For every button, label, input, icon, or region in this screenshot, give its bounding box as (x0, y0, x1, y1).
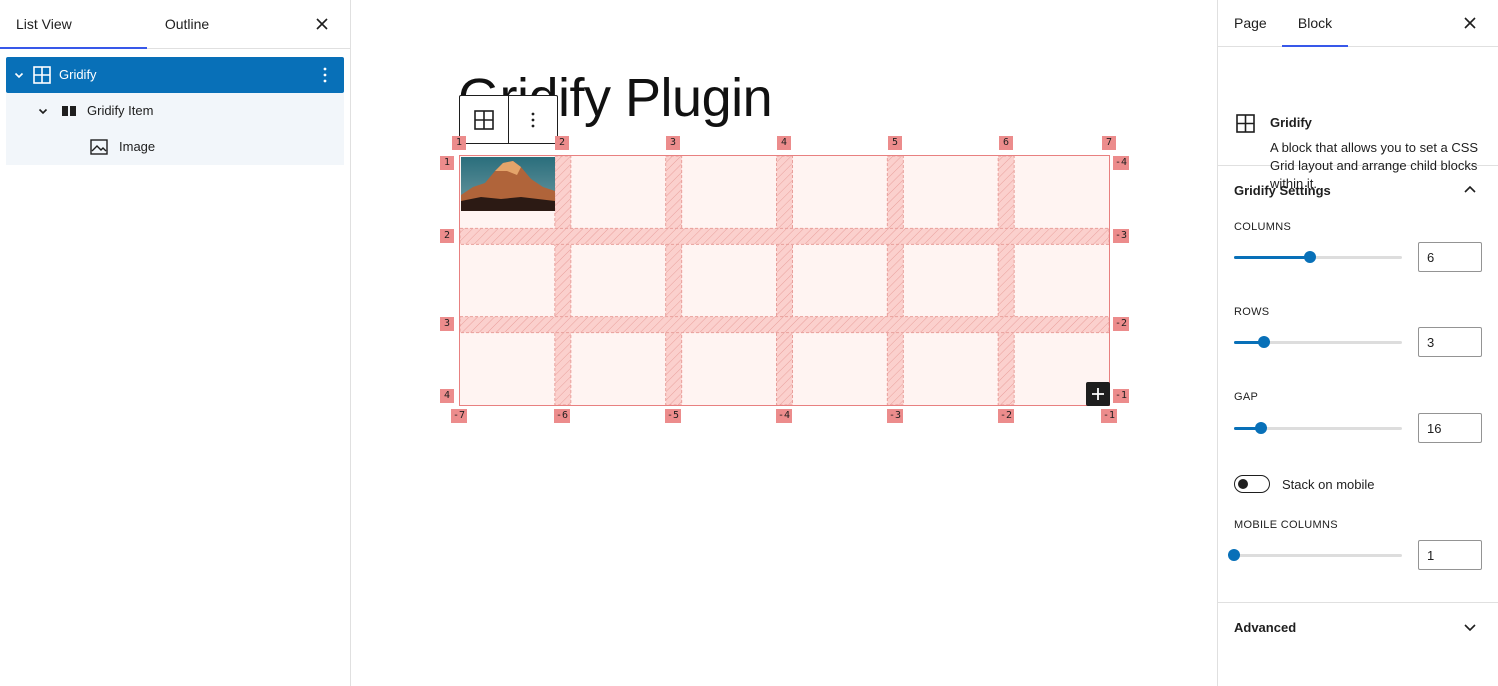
tab-list-view[interactable]: List View (0, 0, 147, 49)
editor-canvas: Gridify Plugin 1 2 3 4 5 6 7 -7 -6 -5 -4… (351, 0, 1217, 686)
grid-line-label: -6 (554, 409, 571, 423)
grid-line-label: 2 (440, 229, 454, 243)
column-gap (886, 156, 904, 405)
row-gap (460, 227, 1109, 245)
grid-line-label: 5 (888, 136, 902, 150)
chevron-up-icon[interactable] (1458, 178, 1482, 202)
rows-input[interactable] (1418, 327, 1482, 357)
half-dome-image[interactable] (461, 157, 555, 211)
tree-item-label: Gridify Item (87, 103, 154, 118)
tree-item-gridify-item[interactable]: Gridify Item (6, 93, 344, 129)
kebab-icon[interactable] (315, 65, 335, 85)
grid-line-label: 4 (777, 136, 791, 150)
grid-line-label: 3 (666, 136, 680, 150)
gap-label: Gap (1234, 391, 1259, 403)
grid-icon (473, 109, 494, 130)
grid-line-label: 4 (440, 389, 454, 403)
grid-line-label: -1 (1113, 389, 1130, 403)
grid-line-label: 1 (440, 156, 454, 170)
sidebar-tabs: Page Block (1218, 0, 1498, 47)
block-toolbar (459, 95, 558, 144)
grid-line-label: -2 (1113, 317, 1130, 331)
tree-item-label: Image (119, 139, 156, 154)
columns-label: Columns (1234, 221, 1292, 233)
tab-page[interactable]: Page (1234, 0, 1267, 46)
rows-slider[interactable] (1234, 332, 1402, 352)
tree-item-label: Gridify (59, 67, 97, 82)
advanced-toggle[interactable]: Advanced (1234, 620, 1296, 635)
grid-icon (1234, 112, 1258, 136)
stack-on-mobile-toggle[interactable] (1234, 475, 1270, 493)
column-gap (997, 156, 1015, 405)
mobile-columns-slider[interactable] (1228, 545, 1402, 565)
panel-title[interactable]: Gridify Settings (1234, 183, 1331, 198)
grid-line-label: -2 (998, 409, 1015, 423)
row-gap (460, 316, 1109, 334)
kebab-icon (531, 112, 535, 127)
plus-icon (1092, 388, 1104, 400)
grid-line-label: 3 (440, 317, 454, 331)
grid-line-label: 7 (1102, 136, 1116, 150)
tab-block[interactable]: Block (1282, 0, 1348, 47)
add-item-button[interactable] (1086, 382, 1110, 406)
stack-on-mobile-label: Stack on mobile (1282, 477, 1375, 492)
grid-line-label: 1 (452, 136, 466, 150)
list-view-tabs: List View Outline (0, 0, 350, 49)
grid-line-label: -3 (1113, 229, 1130, 243)
gridify-grid[interactable] (459, 155, 1110, 406)
chevron-down-icon[interactable] (1458, 615, 1482, 639)
grid-line-label: 6 (999, 136, 1013, 150)
grid-line-label: 2 (555, 136, 569, 150)
columns-icon (59, 101, 79, 121)
tab-outline[interactable]: Outline (147, 0, 227, 48)
columns-input[interactable] (1418, 242, 1482, 272)
column-gap (554, 156, 572, 405)
mobile-columns-label: Mobile Columns (1234, 519, 1338, 531)
mobile-columns-input[interactable] (1418, 540, 1482, 570)
block-type-button[interactable] (460, 96, 509, 143)
grid-line-label: -4 (1113, 156, 1130, 170)
close-icon[interactable] (1458, 11, 1482, 35)
block-card: Gridify A block that allows you to set a… (1218, 47, 1498, 191)
settings-sidebar: Page Block Gridify A block that allows y… (1217, 0, 1498, 686)
block-name: Gridify (1270, 115, 1312, 130)
grid-line-label: -1 (1101, 409, 1118, 423)
close-icon[interactable] (310, 12, 334, 36)
gridify-settings-panel: Gridify Settings Columns Rows Gap Stack … (1218, 166, 1498, 603)
chevron-down-icon[interactable] (12, 68, 26, 82)
chevron-down-icon[interactable] (36, 104, 50, 118)
grid-overlay (460, 156, 1109, 405)
grid-line-label: -4 (776, 409, 793, 423)
grid-line-label: -3 (887, 409, 904, 423)
gap-input[interactable] (1418, 413, 1482, 443)
column-gap (776, 156, 793, 405)
block-tree: Gridify Gridify Item Image (6, 57, 344, 165)
block-options-button[interactable] (509, 96, 558, 143)
columns-slider[interactable] (1234, 247, 1402, 267)
grid-line-label: -5 (665, 409, 682, 423)
rows-label: Rows (1234, 306, 1270, 318)
grid-icon (32, 65, 52, 85)
list-view-panel: List View Outline Gridify Gridify Item I… (0, 0, 351, 686)
column-gap (665, 156, 683, 405)
grid-line-label: -7 (451, 409, 468, 423)
tree-item-gridify[interactable]: Gridify (6, 57, 344, 93)
advanced-panel: Advanced (1218, 603, 1498, 653)
image-icon (89, 137, 109, 157)
tree-item-image[interactable]: Image (6, 129, 344, 165)
gap-slider[interactable] (1234, 418, 1402, 438)
